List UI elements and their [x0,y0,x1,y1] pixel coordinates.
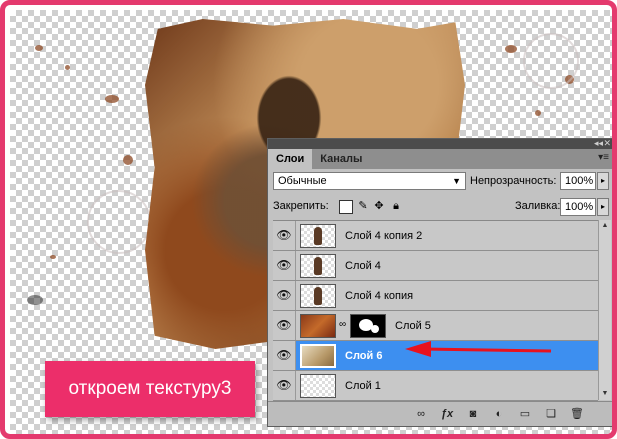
fill-arrow-icon[interactable]: ▸ [597,198,609,216]
move-icon[interactable]: ✥ [373,200,385,212]
blend-mode-value: Обычные [278,175,327,187]
layer-row[interactable]: 👁︎ ∞ Слой 5 [273,311,598,341]
figure-thumb [314,287,322,305]
splatter [505,45,517,53]
tab-channels[interactable]: Каналы [312,149,370,169]
mask-icon[interactable]: ◙ [466,407,480,421]
scroll-up-icon[interactable]: ▲ [599,220,611,232]
eye-icon[interactable]: 👁︎ [276,317,292,333]
arrow-shaft [422,347,552,353]
lock-icon[interactable]: 🔒︎ [390,200,402,212]
panel-titlebar: ◂◂ ✕ [268,138,612,149]
fill-field[interactable]: 100% [560,198,596,216]
panel-menu-icon[interactable]: ▾≡ [598,152,609,163]
figure-thumb [314,227,322,245]
visibility-column: 👁︎ [273,311,296,340]
visibility-column: 👁︎ [273,281,296,310]
eye-icon[interactable]: 👁︎ [276,347,292,363]
layer-thumbnail [300,254,336,278]
layer-thumbnail [300,344,336,368]
visibility-column: 👁︎ [273,221,296,250]
blend-row: Обычные ▼ Непрозрачность: 100% ▸ [273,172,609,192]
new-layer-icon[interactable]: ❏ [544,407,558,421]
bubble [523,33,579,89]
layers-scrollbar[interactable]: ▲ ▼ [598,220,611,400]
layer-row[interactable]: 👁︎ Слой 4 копия [273,281,598,311]
splatter [27,295,43,305]
layer-name: Слой 5 [395,320,431,332]
eye-icon[interactable]: 👁︎ [276,227,292,243]
brush-icon[interactable]: ✎ [357,200,369,212]
layers-list: 👁︎ Слой 4 копия 2 👁︎ Слой 4 👁︎ Слой 4 ко… [273,220,598,401]
splatter [65,65,70,70]
eye-icon[interactable]: 👁︎ [276,257,292,273]
visibility-column: 👁︎ [273,341,296,370]
visibility-column: 👁︎ [273,371,296,400]
trash-icon[interactable]: 🗑︎ [570,407,584,421]
arrow-head [405,341,431,357]
screenshot-frame: откроем текстуру3 ◂◂ ✕ Слои Каналы ▾≡ Об… [0,0,617,439]
lock-row: Закрепить: ✎ ✥ 🔒︎ Заливка: 100% ▸ [273,198,609,218]
collapse-icon[interactable]: ◂◂ [594,138,603,149]
opacity-field[interactable]: 100% [560,172,596,190]
splatter [50,255,56,259]
fill-value: 100% [565,201,594,213]
layer-thumbnail [300,224,336,248]
layer-row[interactable]: 👁︎ Слой 4 [273,251,598,281]
layer-name: Слой 1 [345,380,381,392]
layer-thumbnail [300,314,336,338]
tab-layers[interactable]: Слои [268,149,313,169]
panel-tabs: Слои Каналы ▾≡ [268,149,612,169]
panel-bottom-bar: ∞ ƒx ◙ ◐ ▭ ❏ 🗑︎ [268,401,612,426]
layer-name: Слой 6 [345,350,383,362]
splatter [535,110,541,116]
layer-thumbnail [300,284,336,308]
opacity-arrow-icon[interactable]: ▸ [597,172,609,190]
fill-label: Заливка: [515,200,561,212]
scroll-down-icon[interactable]: ▼ [599,388,611,400]
eye-icon[interactable]: 👁︎ [276,377,292,393]
blend-mode-select[interactable]: Обычные ▼ [273,172,466,190]
chain-link-icon[interactable]: ∞ [339,319,346,330]
close-icon[interactable]: ✕ [603,138,611,149]
group-icon[interactable]: ▭ [518,407,532,421]
mask-spot [371,325,379,333]
pointer-arrow [405,341,552,357]
splatter [123,155,133,165]
layers-panel: ◂◂ ✕ Слои Каналы ▾≡ Обычные ▼ Непрозрачн… [267,138,612,427]
layer-name: Слой 4 [345,260,381,272]
layer-name: Слой 4 копия [345,290,414,302]
lock-label: Закрепить: [273,200,329,212]
layer-row[interactable]: 👁︎ Слой 1 [273,371,598,401]
layer-thumbnail [300,374,336,398]
eye-icon[interactable]: 👁︎ [276,287,292,303]
opacity-value: 100% [565,175,594,187]
opacity-label: Непрозрачность: [470,175,557,187]
adjustment-icon[interactable]: ◐ [492,407,506,421]
instruction-callout: откроем текстуру3 [45,361,255,417]
lock-transparent-icon[interactable] [339,200,353,214]
bubble [87,190,151,254]
layer-row[interactable]: 👁︎ Слой 4 копия 2 [273,221,598,251]
figure-thumb [314,257,322,275]
splatter [105,95,119,103]
chevron-down-icon: ▼ [452,176,461,186]
layer-mask-thumbnail[interactable] [350,314,386,338]
splatter [35,45,43,51]
fx-icon[interactable]: ƒx [440,407,454,421]
callout-text: откроем текстуру3 [68,378,232,399]
layer-name: Слой 4 копия 2 [345,230,423,242]
link-icon[interactable]: ∞ [414,407,428,421]
visibility-column: 👁︎ [273,251,296,280]
